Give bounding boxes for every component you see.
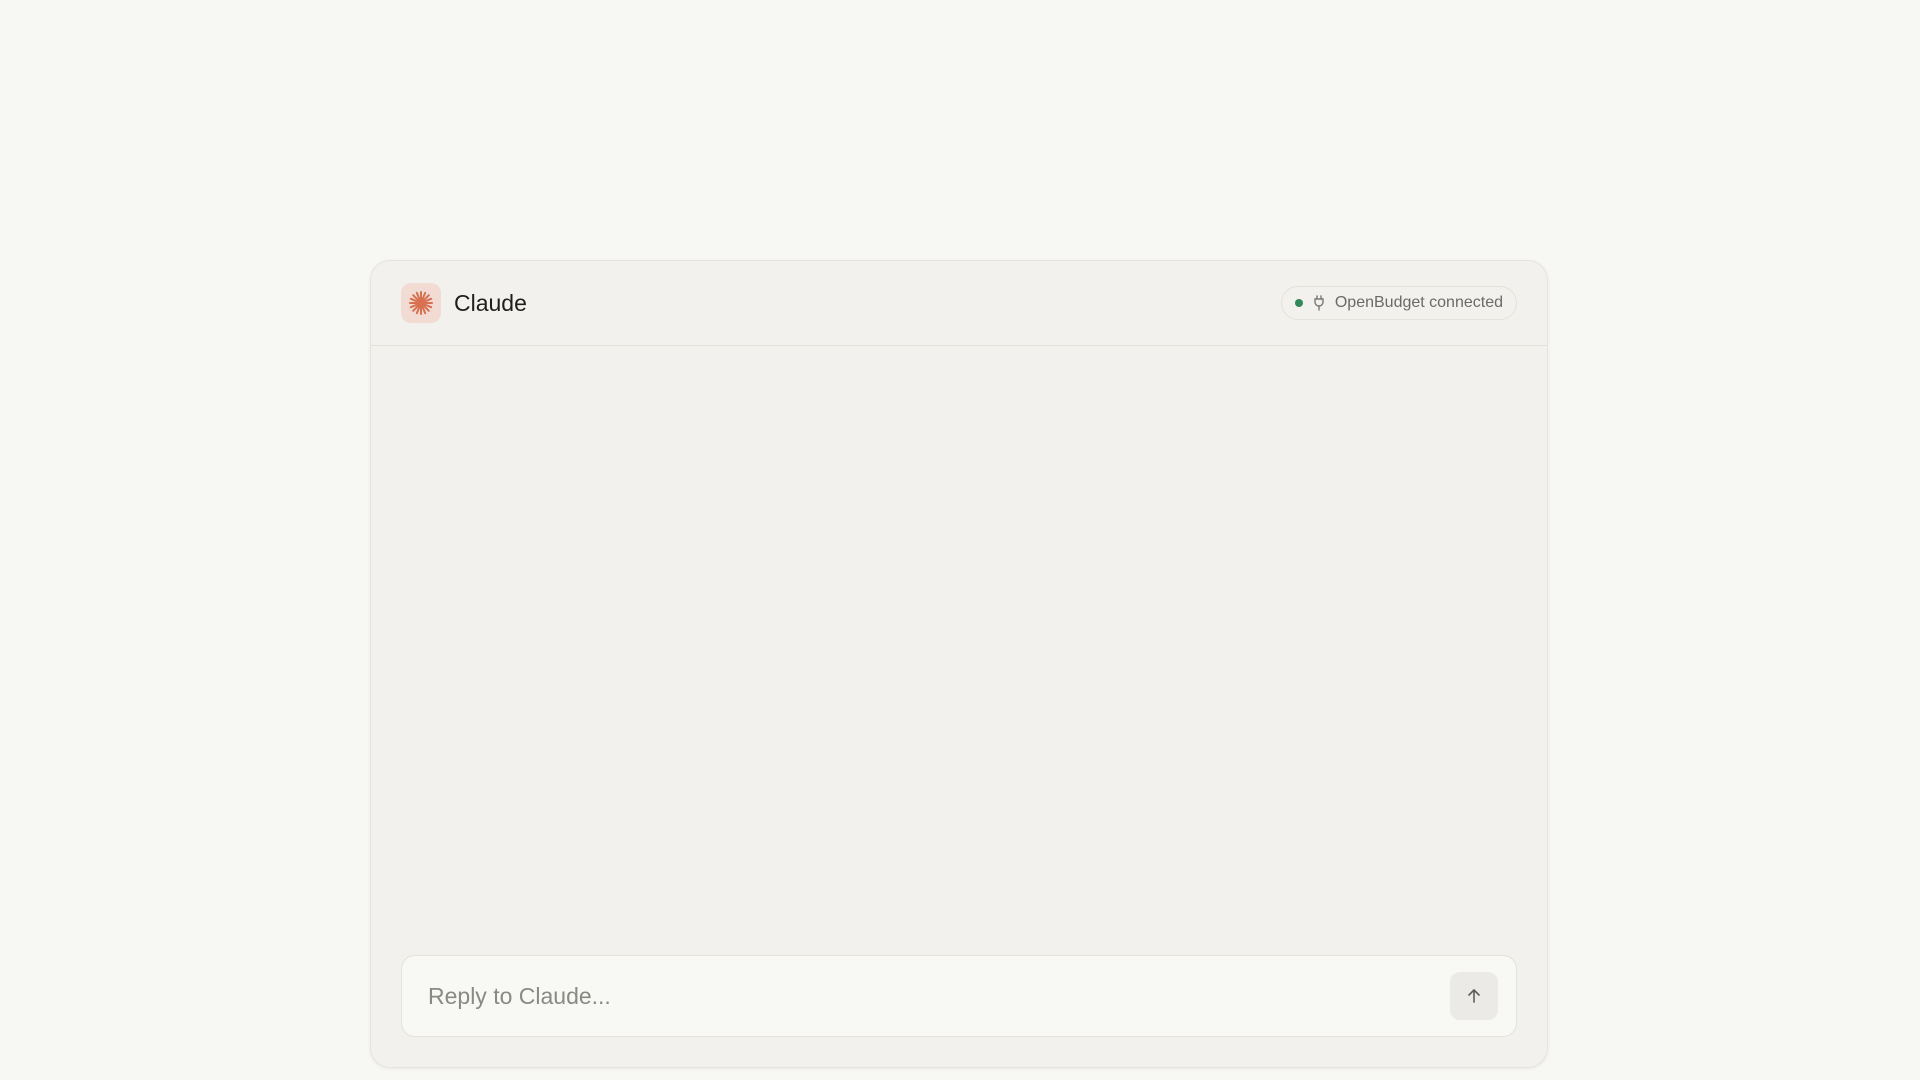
brand: Claude (401, 283, 527, 323)
connection-label: OpenBudget connected (1334, 294, 1503, 311)
status-dot-icon (1294, 299, 1303, 307)
connection-status-badge[interactable]: OpenBudget connected (1280, 286, 1517, 320)
reply-input[interactable] (428, 982, 1450, 1010)
plug-icon (1312, 295, 1326, 311)
claude-logo (401, 283, 441, 323)
chat-header: Claude OpenBudget connected (371, 261, 1547, 346)
arrow-up-icon (1468, 989, 1480, 1003)
send-button[interactable] (1450, 972, 1498, 1020)
message-area (371, 346, 1547, 936)
composer (401, 955, 1517, 1037)
app-title: Claude (454, 289, 527, 316)
claude-starburst-icon (409, 291, 433, 315)
chat-window: Claude OpenBudget connected (370, 260, 1548, 1068)
